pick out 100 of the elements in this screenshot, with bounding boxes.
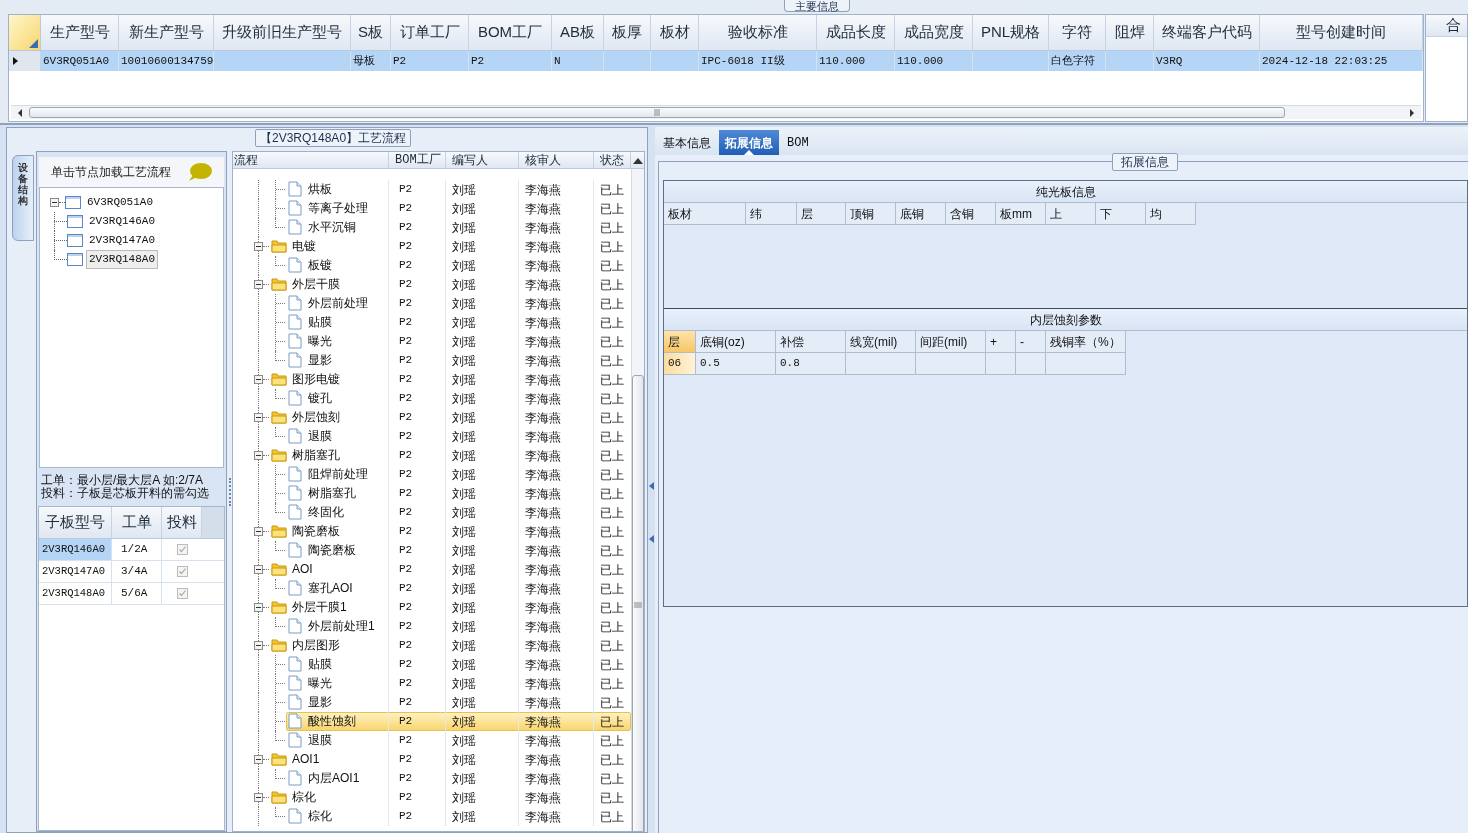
column-header[interactable]: 工单 — [112, 507, 162, 538]
tree-node[interactable]: 酸性蚀刻 — [308, 714, 356, 729]
tree-node[interactable]: 树脂塞孔 — [308, 486, 356, 501]
horizontal-scrollbar[interactable] — [11, 105, 1421, 119]
table-row[interactable]: 6V3RQ051A0 10010600134759 母板 P2 P2 N IPC-6018 II级 110.000 110.000 白色字符 V3RQ 2024-12-18 22:03:25 — [9, 51, 1423, 71]
tree-node[interactable]: 外层蚀刻 — [292, 410, 340, 425]
tree-node[interactable]: 外层干膜1 — [292, 600, 347, 615]
tree-node[interactable]: 棕化 — [308, 809, 332, 824]
column-header[interactable]: 成品宽度 — [895, 15, 973, 50]
table-row[interactable]: 镀孔 P2 刘瑶 李海燕 已上 — [233, 389, 631, 408]
tree-node[interactable]: 外层前处理1 — [308, 619, 375, 634]
collapse-icon[interactable] — [254, 451, 263, 460]
tree-node[interactable]: 6V3RQ051A0 — [84, 193, 156, 212]
table-row[interactable]: 曝光 P2 刘瑶 李海燕 已上 — [233, 332, 631, 351]
column-header[interactable]: 生产型号 — [41, 15, 119, 50]
tree-node[interactable]: 外层前处理 — [308, 296, 368, 311]
table-row[interactable]: 陶瓷磨板 P2 刘瑶 李海燕 已上 — [233, 541, 631, 560]
column-header[interactable]: + — [986, 331, 1016, 353]
tree-node[interactable]: 退膜 — [308, 429, 332, 444]
side-tab[interactable]: 设备结构 — [12, 155, 34, 241]
column-header[interactable]: 层 — [664, 331, 696, 353]
tree-node[interactable]: 显影 — [308, 353, 332, 368]
checkbox[interactable] — [176, 544, 188, 555]
table-row[interactable]: 树脂塞孔 P2 刘瑶 李海燕 已上 — [233, 484, 631, 503]
tree-node[interactable]: 贴膜 — [308, 657, 332, 672]
column-header[interactable]: 顶铜 — [846, 203, 896, 225]
tree-node[interactable]: 显影 — [308, 695, 332, 710]
collapse-icon[interactable] — [50, 198, 59, 207]
tree-node[interactable]: 2V3RQ147A0 — [86, 231, 158, 250]
scroll-up-icon[interactable] — [632, 156, 643, 164]
checkbox[interactable] — [176, 566, 188, 577]
tree-node[interactable]: 曝光 — [308, 334, 332, 349]
column-header[interactable]: PNL规格 — [973, 15, 1049, 50]
column-header[interactable]: 子板型号 — [39, 507, 112, 538]
table-row[interactable]: 外层干膜1 P2 刘瑶 李海燕 已上 — [233, 598, 631, 617]
table-row[interactable]: 退膜 P2 刘瑶 李海燕 已上 — [233, 731, 631, 750]
table-row[interactable]: 终固化 P2 刘瑶 李海燕 已上 — [233, 503, 631, 522]
table-row[interactable]: 等离子处理 P2 刘瑶 李海燕 已上 — [233, 199, 631, 218]
table-row[interactable]: 外层前处理1 P2 刘瑶 李海燕 已上 — [233, 617, 631, 636]
column-header[interactable]: 成品长度 — [817, 15, 895, 50]
table-row[interactable]: 板镀 P2 刘瑶 李海燕 已上 — [233, 256, 631, 275]
tree-node[interactable]: 树脂塞孔 — [292, 448, 340, 463]
corner-cell[interactable] — [9, 15, 41, 50]
tree-node[interactable]: 贴膜 — [308, 315, 332, 330]
column-header[interactable]: 订单工厂 — [391, 15, 469, 50]
tree-node[interactable]: 镀孔 — [308, 391, 332, 406]
table-row[interactable]: 水平沉铜 P2 刘瑶 李海燕 已上 — [233, 218, 631, 237]
table-row[interactable]: 退膜 P2 刘瑶 李海燕 已上 — [233, 427, 631, 446]
table-row[interactable]: 外层前处理 P2 刘瑶 李海燕 已上 — [233, 294, 631, 313]
column-header[interactable]: 纬 — [746, 203, 797, 225]
column-header[interactable]: - — [1016, 331, 1046, 353]
collapse-icon[interactable] — [254, 565, 263, 574]
column-header[interactable]: 验收标准 — [699, 15, 817, 50]
column-header[interactable]: 层 — [797, 203, 846, 225]
table-row[interactable]: AOI1 P2 刘瑶 李海燕 已上 — [233, 750, 631, 769]
tree-node[interactable]: 终固化 — [308, 505, 344, 520]
table-row[interactable]: 阻焊前处理 P2 刘瑶 李海燕 已上 — [233, 465, 631, 484]
tab[interactable]: 基本信息 — [657, 130, 717, 155]
scroll-right-icon[interactable] — [1407, 107, 1417, 118]
table-cell[interactable]: 2V3RQ147A0 — [39, 561, 112, 582]
column-header[interactable]: 板mm — [996, 203, 1046, 225]
tree-node[interactable]: 陶瓷磨板 — [292, 524, 340, 539]
collapse-icon[interactable] — [254, 641, 263, 650]
tree-node[interactable]: 2V3RQ148A0 — [86, 250, 158, 269]
column-header[interactable]: BOM工厂 — [469, 15, 552, 50]
column-header[interactable]: 终端客户代码 — [1154, 15, 1260, 50]
table-row[interactable]: 曝光 P2 刘瑶 李海燕 已上 — [233, 674, 631, 693]
tree-node[interactable]: 陶瓷磨板 — [308, 543, 356, 558]
column-header[interactable]: 间距(mil) — [916, 331, 986, 353]
table-row[interactable]: 烘板 P2 刘瑶 李海燕 已上 — [233, 180, 631, 199]
column-header[interactable]: 合 — [1426, 15, 1467, 37]
collapse-icon[interactable] — [254, 527, 263, 536]
table-cell[interactable]: 2V3RQ146A0 — [39, 539, 112, 560]
tree-node[interactable]: 曝光 — [308, 676, 332, 691]
column-header[interactable]: 残铜率（%） — [1046, 331, 1126, 353]
tree-node[interactable]: 退膜 — [308, 733, 332, 748]
column-header[interactable]: 补偿 — [776, 331, 846, 353]
table-row[interactable]: 陶瓷磨板 P2 刘瑶 李海燕 已上 — [233, 522, 631, 541]
column-header[interactable]: 阻焊 — [1106, 15, 1154, 50]
collapse-icon[interactable] — [254, 280, 263, 289]
collapse-icon[interactable] — [254, 375, 263, 384]
collapse-icon[interactable] — [254, 755, 263, 764]
column-header[interactable]: 升级前旧生产型号 — [214, 15, 351, 50]
table-row[interactable]: 棕化 P2 刘瑶 李海燕 已上 — [233, 807, 631, 826]
scrollbar-thumb[interactable] — [632, 375, 644, 831]
column-header[interactable]: 底铜(oz) — [696, 331, 776, 353]
table-row[interactable]: 外层蚀刻 P2 刘瑶 李海燕 已上 — [233, 408, 631, 427]
tree-node[interactable]: 阻焊前处理 — [308, 467, 368, 482]
column-header[interactable]: 含铜 — [946, 203, 996, 225]
table-row[interactable]: 电镀 P2 刘瑶 李海燕 已上 — [233, 237, 631, 256]
column-header[interactable]: 流程 — [233, 152, 389, 168]
tree-node[interactable]: 塞孔AOI — [308, 581, 353, 596]
tree-node[interactable]: AOI1 — [292, 752, 320, 767]
tree-node[interactable]: 2V3RQ146A0 — [86, 212, 158, 231]
tree-node[interactable]: 电镀 — [292, 239, 316, 254]
collapse-icon[interactable] — [254, 413, 263, 422]
column-header[interactable]: 板厚 — [604, 15, 651, 50]
tree-node[interactable]: 水平沉铜 — [308, 220, 356, 235]
collapse-icon[interactable] — [254, 242, 263, 251]
column-header[interactable]: 均 — [1146, 203, 1196, 225]
